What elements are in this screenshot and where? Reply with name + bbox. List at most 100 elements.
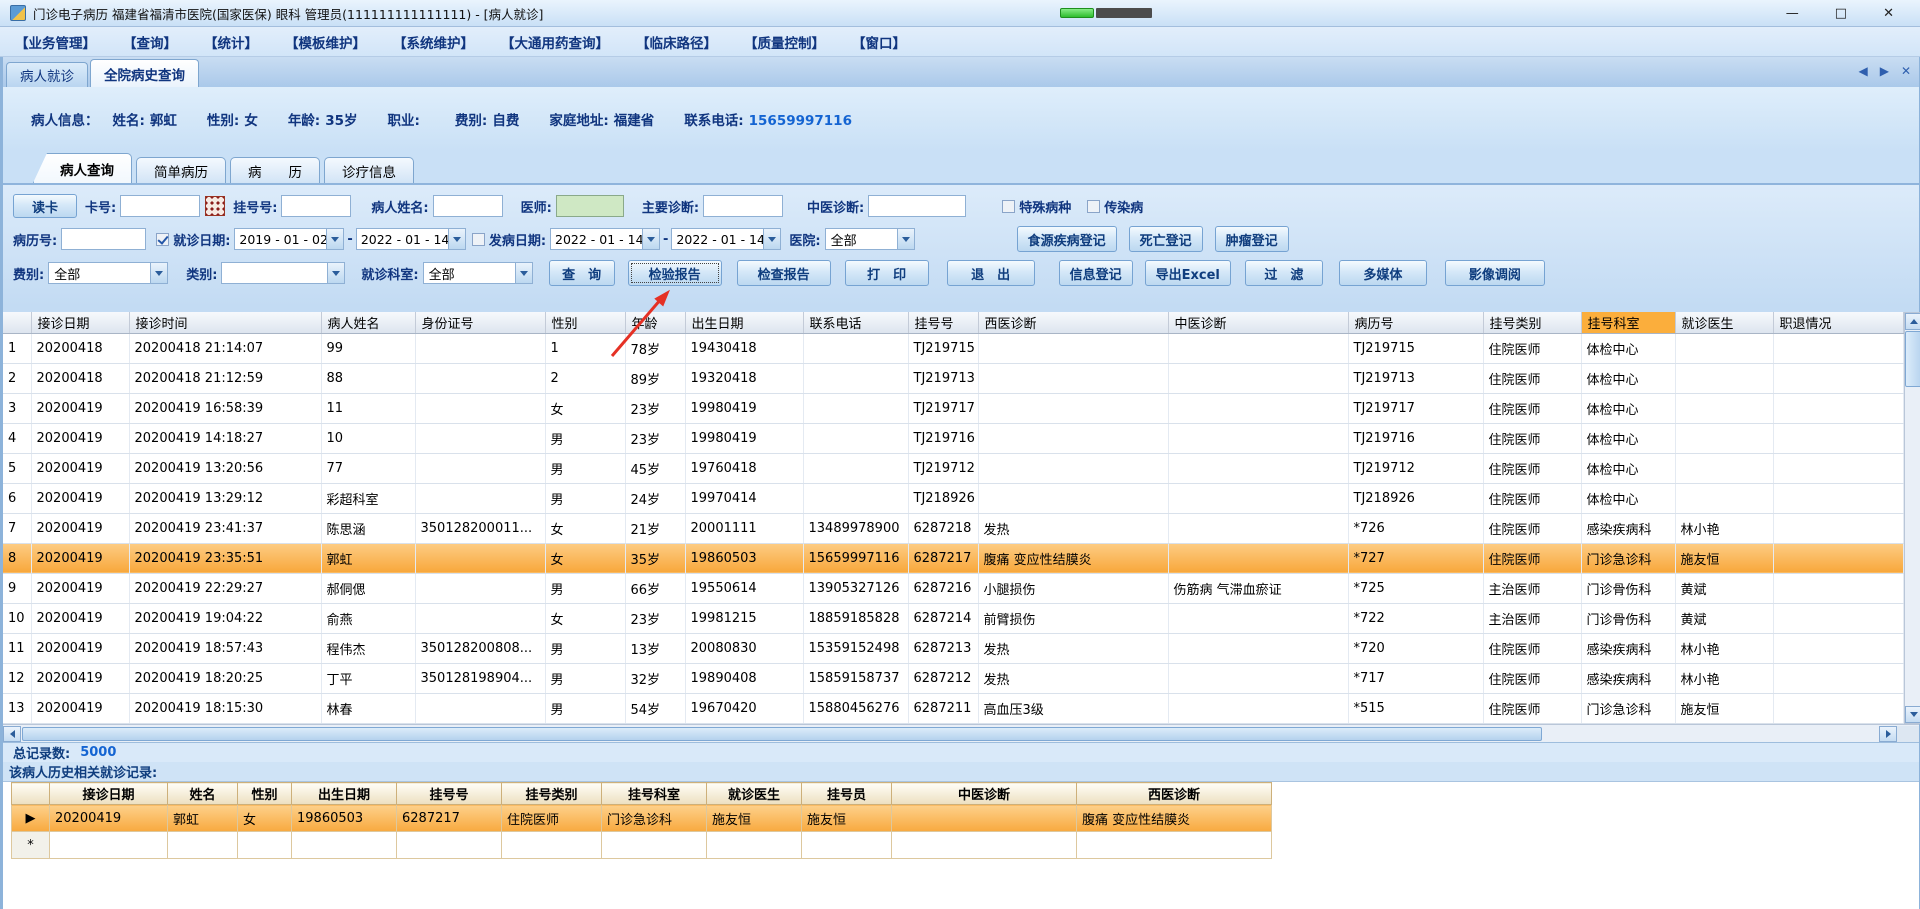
filter-button[interactable]: 过 滤 (1244, 260, 1323, 286)
maximize-button[interactable]: □ (1835, 6, 1847, 21)
close-button[interactable]: ✕ (1883, 6, 1894, 21)
card-no-input[interactable] (120, 195, 201, 217)
column-header[interactable]: 西医诊断 (978, 312, 1169, 334)
lab-report-button[interactable]: 检验报告 (627, 260, 722, 286)
column-header[interactable] (11, 782, 50, 805)
menu-item[interactable]: 【查询】 (123, 32, 177, 52)
table-row[interactable]: 10 20200419 20200419 19:04:22 俞燕 女 23岁 1998121… (3, 603, 1904, 634)
exam-report-button[interactable]: 检查报告 (736, 260, 831, 286)
menu-item[interactable]: 【系统维护】 (393, 32, 474, 52)
window-tab[interactable]: 病人就诊 (6, 62, 88, 87)
visit-date-checkbox[interactable] (156, 232, 170, 246)
column-header[interactable]: 出生日期 (685, 312, 804, 334)
scroll-left-button[interactable] (3, 725, 21, 742)
foodborne-disease-register-button[interactable]: 食源疾病登记 (1016, 226, 1117, 252)
category-select[interactable] (221, 262, 346, 284)
table-row[interactable]: 1 20200418 20200418 21:14:07 99 1 78岁 19430418… (3, 333, 1904, 364)
table-row[interactable]: 13 20200419 20200419 18:15:30 林春 男 54岁 1967042… (3, 693, 1904, 725)
menu-item[interactable]: 【质量控制】 (744, 32, 825, 52)
horizontal-scrollbar[interactable] (3, 724, 1919, 742)
section-tab[interactable]: 简单病历 (136, 157, 226, 183)
export-excel-button[interactable]: 导出Excel (1144, 260, 1231, 286)
column-header[interactable]: 挂号号 (396, 782, 502, 805)
onset-date-to[interactable]: 2022 - 01 - 14 (671, 228, 782, 250)
dropdown-arrow-icon[interactable] (150, 263, 168, 283)
patient-name-input[interactable] (432, 195, 503, 217)
column-header[interactable]: 挂号类别 (501, 782, 602, 805)
death-register-button[interactable]: 死亡登记 (1128, 226, 1203, 252)
table-row[interactable]: 9 20200419 20200419 22:29:27 郝侗偲 男 66岁 1955061… (3, 573, 1904, 604)
column-header[interactable]: 病历号 (1348, 312, 1484, 334)
calendar-dropdown-icon[interactable] (642, 229, 660, 249)
table-row[interactable]: 2 20200418 20200418 21:12:59 88 2 89岁 19320418… (3, 363, 1904, 394)
menu-item[interactable]: 【模板维护】 (285, 32, 366, 52)
tab-scroll-left-icon[interactable]: ◀ (1858, 64, 1867, 78)
table-row[interactable]: 6 20200419 20200419 13:29:12 彩超科室 男 24岁 199704… (3, 483, 1904, 514)
exit-button[interactable]: 退 出 (946, 260, 1035, 286)
column-header[interactable]: 姓名 (167, 782, 238, 805)
dropdown-arrow-icon[interactable] (514, 263, 532, 283)
column-header[interactable]: 身份证号 (415, 312, 546, 334)
visit-dept-select[interactable]: 全部 (422, 262, 533, 284)
visit-date-from[interactable]: 2019 - 01 - 02 (234, 228, 345, 250)
column-header[interactable]: 接诊日期 (49, 782, 168, 805)
column-header[interactable]: 年龄 (625, 312, 686, 334)
hospital-select[interactable]: 全部 (824, 228, 915, 250)
tumor-register-button[interactable]: 肿瘤登记 (1214, 226, 1289, 252)
column-header[interactable]: 挂号员 (801, 782, 892, 805)
visit-date-to[interactable]: 2022 - 01 - 14 (355, 228, 466, 250)
scroll-down-button[interactable] (1904, 706, 1920, 723)
menu-item[interactable]: 【临床路径】 (636, 32, 717, 52)
query-button[interactable]: 查 询 (548, 260, 615, 286)
onset-date-from[interactable]: 2022 - 01 - 14 (550, 228, 661, 250)
table-row[interactable]: 3 20200419 20200419 16:58:39 11 女 23岁 19980419… (3, 393, 1904, 424)
table-row[interactable]: 11 20200419 20200419 18:57:43 程伟杰 3501282008… (3, 633, 1904, 664)
column-header[interactable]: 接诊日期 (31, 312, 130, 334)
infectious-checkbox[interactable] (1087, 199, 1101, 213)
onset-date-checkbox[interactable] (471, 232, 485, 246)
fee-type-select[interactable]: 全部 (48, 262, 169, 284)
menu-item[interactable]: 【窗口】 (852, 32, 906, 52)
multimedia-button[interactable]: 多媒体 (1338, 260, 1427, 286)
tab-close-icon[interactable]: ✕ (1901, 64, 1911, 78)
table-row[interactable]: 12 20200419 20200419 18:20:25 丁平 35012819890… (3, 663, 1904, 694)
column-header[interactable]: 性别 (545, 312, 626, 334)
column-header[interactable]: 接诊时间 (129, 312, 322, 334)
column-header[interactable]: 就诊医生 (1675, 312, 1774, 334)
scroll-up-button[interactable] (1904, 313, 1920, 330)
main-diagnosis-input[interactable] (703, 195, 784, 217)
calendar-dropdown-icon[interactable] (763, 229, 781, 249)
card-reader-icon[interactable] (205, 196, 226, 216)
window-tab[interactable]: 全院病史查询 (90, 59, 199, 87)
table-row[interactable]: ▶ 20200419 郭虹女 19860503 6287217 住院医师 门诊急诊科 施友恒施… (11, 804, 1272, 832)
table-row[interactable]: 8 20200419 20200419 23:35:51 郭虹 女 35岁 19860503… (3, 543, 1904, 574)
section-tab[interactable]: 诊疗信息 (324, 157, 414, 183)
reg-no-input[interactable] (281, 195, 352, 217)
table-row[interactable]: * (11, 831, 1272, 859)
special-disease-checkbox[interactable] (1002, 199, 1016, 213)
doctor-input[interactable] (555, 195, 624, 217)
tab-scroll-right-icon[interactable]: ▶ (1880, 64, 1889, 78)
column-header[interactable]: 挂号科室 (601, 782, 707, 805)
tcm-diagnosis-input[interactable] (868, 195, 967, 217)
calendar-dropdown-icon[interactable] (447, 229, 465, 249)
column-header[interactable]: 病人姓名 (321, 312, 416, 334)
column-header[interactable]: 性别 (237, 782, 292, 805)
column-header[interactable]: 西医诊断 (1076, 782, 1272, 805)
print-button[interactable]: 打 印 (844, 260, 929, 286)
table-row[interactable]: 5 20200419 20200419 13:20:56 77 男 45岁 19760418… (3, 453, 1904, 484)
table-row[interactable]: 7 20200419 20200419 23:41:37 陈思涵 35012820001… (3, 513, 1904, 544)
column-header[interactable]: 联系电话 (803, 312, 909, 334)
menu-item[interactable]: 【业务管理】 (15, 32, 96, 52)
read-card-button[interactable]: 读卡 (13, 194, 77, 218)
dropdown-arrow-icon[interactable] (327, 263, 345, 283)
scroll-right-button[interactable] (1879, 725, 1897, 742)
column-header[interactable]: 挂号科室 (1581, 312, 1676, 334)
dropdown-arrow-icon[interactable] (896, 229, 914, 249)
column-header[interactable]: 挂号类别 (1483, 312, 1582, 334)
section-tab[interactable]: 病 历 (230, 157, 320, 183)
column-header[interactable] (3, 312, 32, 334)
calendar-dropdown-icon[interactable] (326, 229, 344, 249)
column-header[interactable]: 职退情况 (1773, 312, 1904, 334)
record-no-input[interactable] (61, 228, 147, 250)
